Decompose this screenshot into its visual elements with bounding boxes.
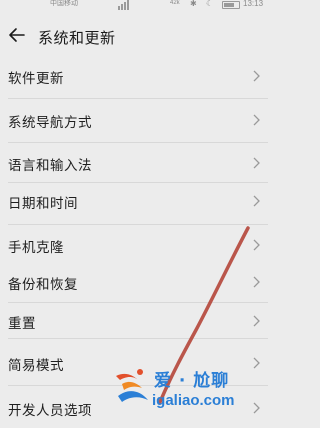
chevron-right-icon <box>253 114 260 126</box>
divider <box>8 142 268 143</box>
battery-level-fill <box>224 3 234 7</box>
chevron-right-icon <box>253 195 260 207</box>
menu-item-label: 重置 <box>8 316 36 332</box>
chevron-right-icon <box>253 239 260 251</box>
menu-item-label: 备份和恢复 <box>8 277 78 293</box>
menu-item-date-time[interactable]: 日期和时间 <box>0 182 268 220</box>
divider <box>8 338 268 339</box>
network-speed: 42k <box>170 0 180 6</box>
menu-item-software-update[interactable]: 软件更新 <box>0 57 268 95</box>
chevron-right-icon <box>253 70 260 82</box>
status-time: 13:13 <box>243 0 264 8</box>
status-bar: 中国移动 42k ✱ ☾ 13:13 <box>0 0 268 14</box>
signal-icon <box>118 0 130 10</box>
carrier-label: 中国移动 <box>50 0 78 7</box>
swallow-logo-icon <box>116 369 148 402</box>
menu-item-label: 日期和时间 <box>8 196 78 212</box>
menu-item-label: 系统导航方式 <box>8 115 92 131</box>
menu-item-label: 开发人员选项 <box>8 403 92 419</box>
page-header: 系统和更新 <box>0 22 268 56</box>
menu-item-language-input[interactable]: 语言和输入法 <box>0 144 268 182</box>
menu-item-navigation-mode[interactable]: 系统导航方式 <box>0 101 268 139</box>
chevron-right-icon <box>253 157 260 169</box>
bluetooth-icon: ✱ <box>190 0 197 8</box>
menu-item-phone-clone[interactable]: 手机克隆 <box>0 226 268 264</box>
do-not-disturb-icon: ☾ <box>206 0 214 8</box>
back-arrow-icon[interactable] <box>8 26 26 44</box>
menu-item-backup-restore[interactable]: 备份和恢复 <box>0 263 268 301</box>
menu-item-reset[interactable]: 重置 <box>0 302 268 340</box>
menu-item-label: 软件更新 <box>8 71 64 87</box>
menu-item-label: 语言和输入法 <box>8 158 92 174</box>
watermark-title: 爱 · 尬聊 <box>154 371 230 391</box>
watermark: 爱 · 尬聊 igaliao.com <box>112 360 262 418</box>
settings-screen: 中国移动 42k ✱ ☾ 13:13 系统和更新 软件更新 系统导航方式 语言和… <box>0 0 268 428</box>
watermark-url: igaliao.com <box>152 392 235 409</box>
page-title: 系统和更新 <box>38 29 116 47</box>
divider <box>8 224 268 225</box>
battery-icon <box>222 1 240 9</box>
divider <box>8 98 268 99</box>
menu-item-label: 简易模式 <box>8 358 64 374</box>
menu-item-label: 手机克隆 <box>8 240 64 256</box>
chevron-right-icon <box>253 276 260 288</box>
chevron-right-icon <box>253 315 260 327</box>
